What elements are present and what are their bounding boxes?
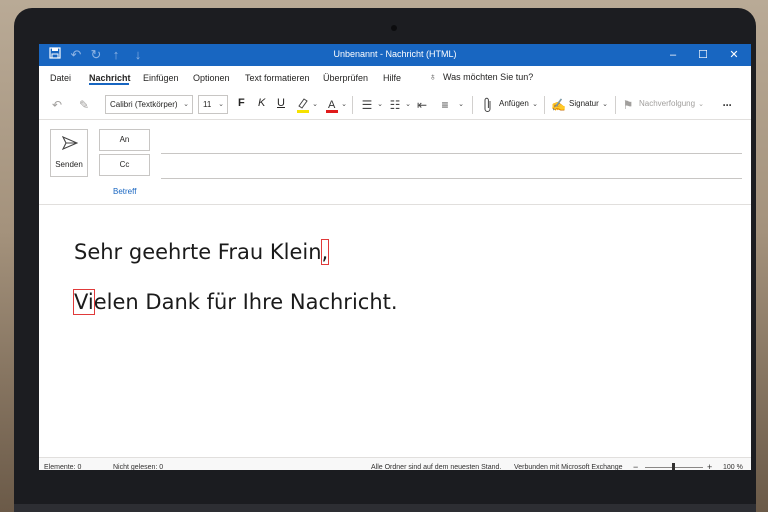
tab-nachricht[interactable]: Nachricht <box>89 73 131 83</box>
signature-button[interactable]: Signatur <box>569 99 599 108</box>
align-icon[interactable]: ≡ <box>437 97 453 113</box>
body-line[interactable]: Vielen Dank für Ihre Nachricht. <box>73 289 398 315</box>
chevron-down-icon[interactable]: ⌄ <box>311 97 319 113</box>
to-field[interactable] <box>161 153 742 154</box>
divider <box>472 96 473 114</box>
to-button[interactable]: An <box>99 129 150 151</box>
title-bar: ↶ ↻ ↑ ↓ Unbenannt - Nachricht (HTML) – ☐… <box>39 44 751 66</box>
chevron-down-icon[interactable]: ⌄ <box>601 97 609 113</box>
header-divider <box>39 204 751 205</box>
tell-me-search[interactable]: ♁ Was möchten Sie tun? <box>429 72 533 83</box>
menu-bar: Datei Nachricht Einfügen Optionen Text f… <box>39 66 751 90</box>
cc-field[interactable] <box>161 178 742 179</box>
maximize-icon[interactable]: ☐ <box>696 48 710 62</box>
tab-hilfe[interactable]: Hilfe <box>383 73 401 83</box>
signature-icon[interactable]: ✍ <box>551 97 566 113</box>
chevron-down-icon[interactable]: ⌄ <box>531 97 539 113</box>
cc-button[interactable]: Cc <box>99 154 150 176</box>
lightbulb-icon: ♁ <box>429 72 437 83</box>
laptop-bezel <box>14 470 756 512</box>
body-text: elen Dank für Ihre Nachricht. <box>93 290 398 314</box>
decrease-indent-icon[interactable]: ⇤ <box>414 97 430 113</box>
tab-ueberpruefen[interactable]: Überprüfen <box>323 73 368 83</box>
font-family-select[interactable]: Calibri (Textkörper) ⌄ <box>105 95 193 114</box>
tab-text-formatieren[interactable]: Text formatieren <box>245 73 310 83</box>
font-family-value: Calibri (Textkörper) <box>110 100 178 109</box>
chevron-down-icon[interactable]: ⌄ <box>457 97 465 113</box>
chevron-down-icon[interactable]: ⌄ <box>697 97 705 113</box>
paperclip-icon[interactable] <box>481 97 495 117</box>
bullet-list-icon[interactable]: ☰ <box>359 97 375 113</box>
italic-button[interactable]: K <box>258 97 265 109</box>
underline-button[interactable]: U <box>277 97 285 109</box>
send-icon <box>61 135 79 152</box>
close-icon[interactable]: ✕ <box>727 48 741 62</box>
ribbon: ↶ ✎ Calibri (Textkörper) ⌄ 11 ⌄ F K U ⌄ … <box>39 90 751 120</box>
font-size-select[interactable]: 11 ⌄ <box>198 95 228 114</box>
tell-me-label: Was möchten Sie tun? <box>443 72 534 82</box>
webcam <box>391 25 397 31</box>
tab-datei[interactable]: Datei <box>50 73 71 83</box>
send-button[interactable]: Senden <box>50 129 88 177</box>
highlighted-letters: Vi <box>73 289 95 315</box>
divider <box>352 96 353 114</box>
font-size-value: 11 <box>203 100 212 109</box>
highlight-icon[interactable] <box>296 97 310 117</box>
send-label: Senden <box>55 160 83 169</box>
more-options-icon[interactable]: ··· <box>717 97 737 113</box>
chevron-down-icon: ⌄ <box>183 101 189 108</box>
chevron-down-icon[interactable]: ⌄ <box>376 97 384 113</box>
numbered-list-icon[interactable]: ☷ <box>387 97 403 113</box>
active-tab-indicator <box>89 83 129 85</box>
chevron-down-icon[interactable]: ⌄ <box>340 97 348 113</box>
tab-einfuegen[interactable]: Einfügen <box>143 73 179 83</box>
attach-button[interactable]: Anfügen <box>499 99 529 108</box>
subject-label: Betreff <box>113 187 137 196</box>
chevron-down-icon[interactable]: ⌄ <box>404 97 412 113</box>
svg-text:A: A <box>328 99 336 111</box>
divider <box>615 96 616 114</box>
laptop-frame: ↶ ↻ ↑ ↓ Unbenannt - Nachricht (HTML) – ☐… <box>14 8 756 512</box>
format-painter-icon[interactable]: ✎ <box>76 97 92 113</box>
flag-icon[interactable]: ⚑ <box>621 97 635 113</box>
followup-button[interactable]: Nachverfolgung <box>639 99 695 108</box>
outlook-window: ↶ ↻ ↑ ↓ Unbenannt - Nachricht (HTML) – ☐… <box>39 44 751 476</box>
chevron-down-icon: ⌄ <box>218 101 224 108</box>
font-color-icon[interactable]: A <box>325 97 339 117</box>
greeting-line[interactable]: Sehr geehrte Frau Klein, <box>74 239 330 265</box>
undo-icon[interactable]: ↶ <box>49 97 65 113</box>
bold-button[interactable]: F <box>238 97 245 109</box>
tab-optionen[interactable]: Optionen <box>193 73 230 83</box>
highlighted-comma: , <box>320 239 330 265</box>
window-title: Unbenannt - Nachricht (HTML) <box>333 49 457 59</box>
minimize-icon[interactable]: – <box>666 48 680 62</box>
divider <box>544 96 545 114</box>
greeting-text: Sehr geehrte Frau Klein <box>74 240 322 264</box>
